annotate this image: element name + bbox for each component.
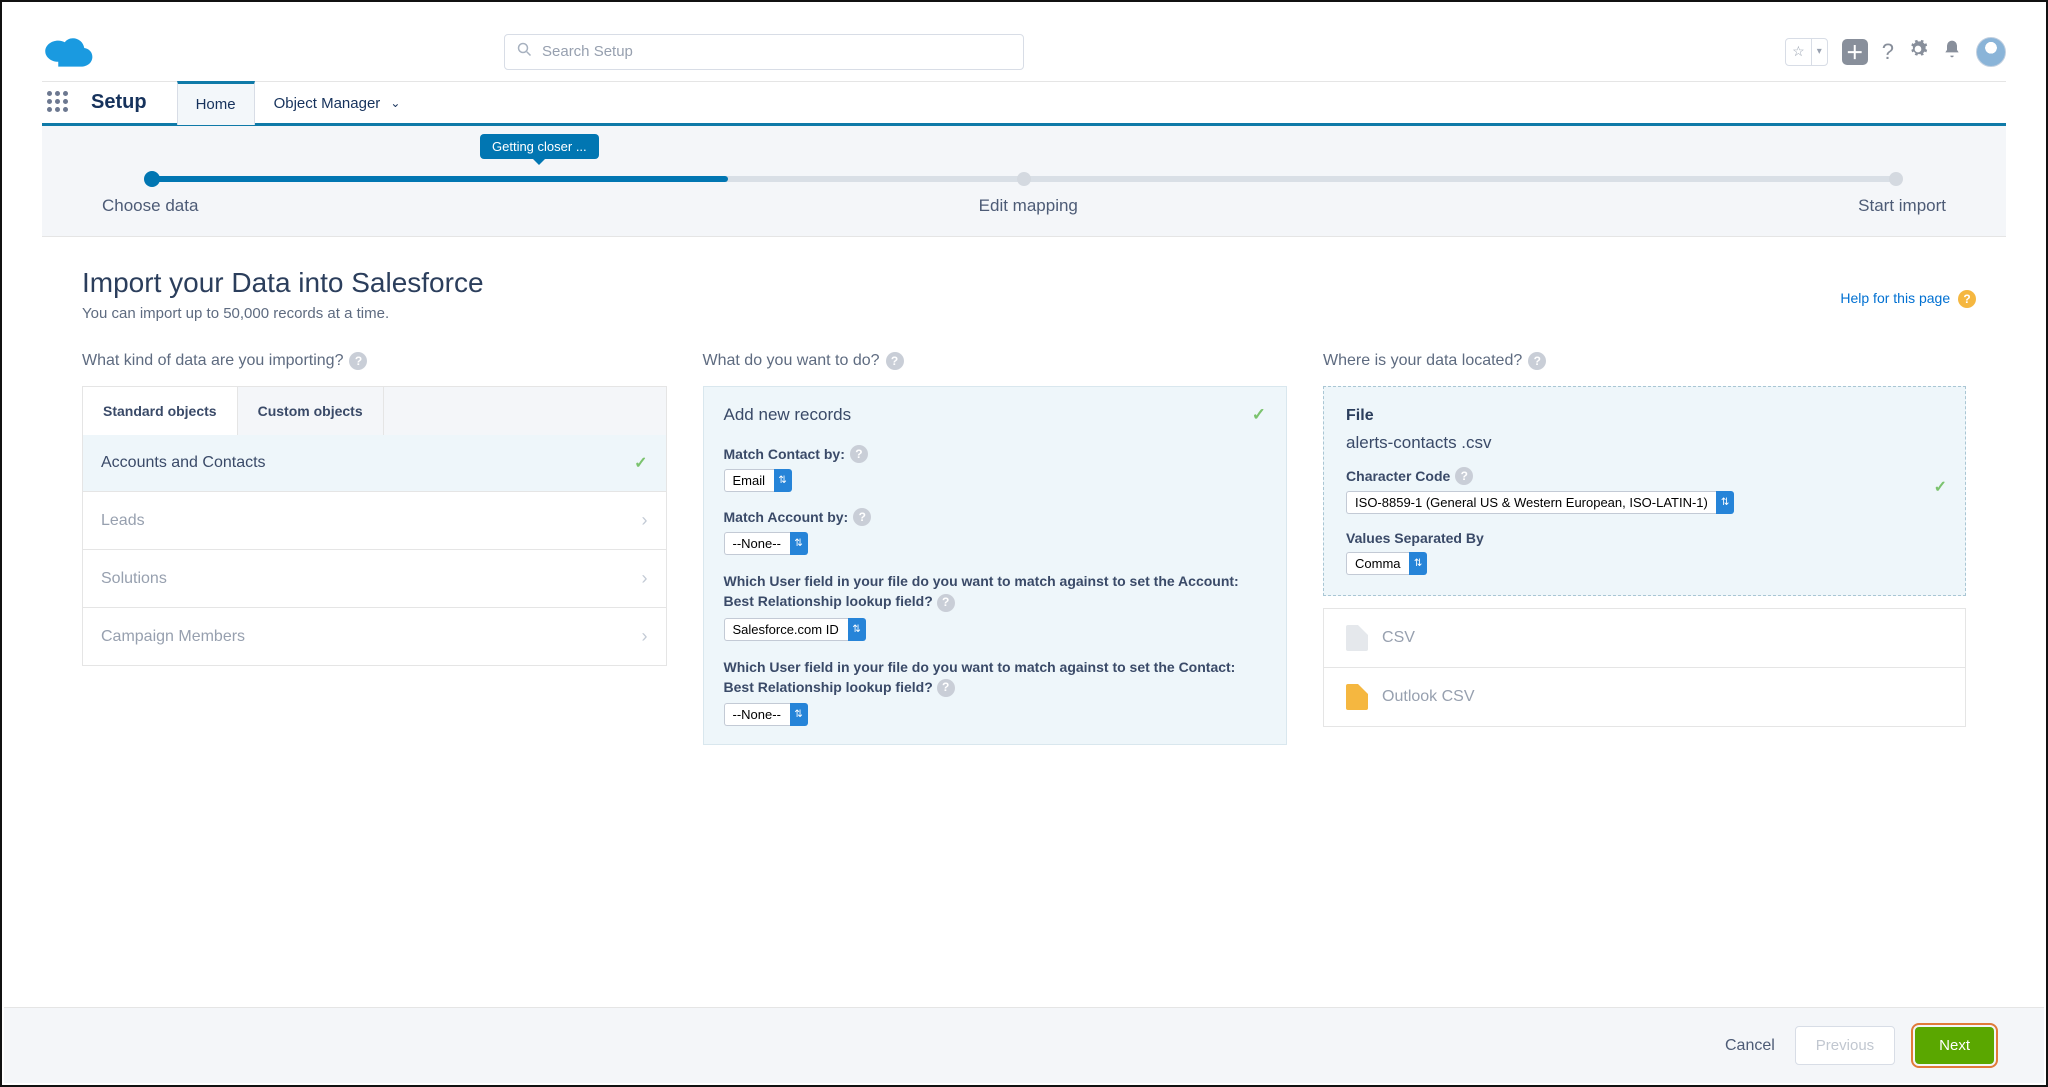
progress-dot-3	[1889, 172, 1903, 186]
panel-title: Add new records	[724, 405, 852, 425]
page-title: Import your Data into Salesforce	[82, 267, 1966, 299]
list-item-campaign-members[interactable]: Campaign Members ›	[82, 608, 667, 666]
progress-track	[152, 176, 1896, 182]
charcode-select[interactable]: ISO-8859-1 (General US & Western Europea…	[1346, 491, 1734, 514]
info-icon[interactable]: ?	[937, 594, 955, 612]
file-heading: File	[1346, 407, 1943, 425]
info-icon[interactable]: ?	[853, 508, 871, 526]
star-icon: ☆	[1786, 43, 1811, 60]
bell-icon[interactable]	[1942, 39, 1962, 65]
header-actions: ☆ ▾ ＋ ?	[1785, 37, 2006, 67]
tab-standard-objects[interactable]: Standard objects	[83, 387, 238, 435]
global-header: ☆ ▾ ＋ ?	[42, 22, 2006, 82]
tab-object-manager[interactable]: Object Manager ⌄	[255, 81, 420, 125]
wizard-footer: Cancel Previous Next	[4, 1007, 2044, 1083]
select-caret-icon: ⇅	[1409, 552, 1427, 575]
help-page-link[interactable]: Help for this page ?	[1840, 290, 1976, 308]
list-item-solutions[interactable]: Solutions ›	[82, 550, 667, 608]
search-input[interactable]	[542, 43, 1011, 60]
app-name: Setup	[91, 91, 147, 114]
progress-dot-2	[1017, 172, 1031, 186]
outlook-file-icon	[1346, 684, 1368, 710]
lookup-account-label: Which User field in your file do you wan…	[724, 571, 1267, 612]
wizard-progress: Getting closer ... Choose data Edit mapp…	[42, 126, 2006, 237]
select-caret-icon: ⇅	[1716, 491, 1734, 514]
info-icon[interactable]: ?	[937, 679, 955, 697]
help-icon[interactable]: ?	[1882, 39, 1894, 65]
lookup-contact-label: Which User field in your file do you wan…	[724, 657, 1267, 698]
lookup-contact-select[interactable]: --None-- ⇅	[724, 703, 808, 726]
info-icon[interactable]: ?	[886, 352, 904, 370]
sep-select[interactable]: Comma ⇅	[1346, 552, 1427, 575]
help-badge-icon: ?	[1958, 290, 1976, 308]
chevron-down-icon: ⌄	[390, 96, 400, 110]
sep-label: Values Separated By	[1346, 530, 1943, 546]
tab-filler	[384, 387, 666, 435]
global-search[interactable]	[504, 34, 1024, 70]
select-caret-icon: ⇅	[790, 532, 808, 555]
file-option-csv[interactable]: CSV	[1323, 608, 1966, 668]
file-option-outlook-csv[interactable]: Outlook CSV	[1323, 668, 1966, 727]
select-caret-icon: ⇅	[790, 703, 808, 726]
salesforce-logo-icon	[42, 34, 94, 70]
match-contact-label: Match Contact by: ?	[724, 445, 1267, 463]
chevron-right-icon: ›	[642, 626, 648, 647]
progress-label-2: Edit mapping	[979, 196, 1078, 216]
progress-dot-1	[144, 171, 160, 187]
previous-button[interactable]: Previous	[1795, 1026, 1895, 1065]
chevron-right-icon: ›	[642, 568, 648, 589]
match-account-select[interactable]: --None-- ⇅	[724, 532, 808, 555]
info-icon[interactable]: ?	[1528, 352, 1546, 370]
next-button[interactable]: Next	[1915, 1027, 1994, 1064]
file-icon	[1346, 625, 1368, 651]
info-icon[interactable]: ?	[1455, 467, 1473, 485]
info-icon[interactable]: ?	[850, 445, 868, 463]
progress-label-1: Choose data	[102, 196, 198, 216]
context-bar: Setup Home Object Manager ⌄	[42, 82, 2006, 126]
file-panel: ✓ File alerts-contacts .csv Character Co…	[1323, 386, 1966, 596]
file-name: alerts-contacts .csv	[1346, 433, 1943, 453]
add-records-panel: Add new records ✓ Match Contact by: ? Em…	[703, 386, 1288, 745]
chevron-right-icon: ›	[642, 510, 648, 531]
global-create-button[interactable]: ＋	[1842, 39, 1868, 65]
progress-fill	[152, 176, 728, 182]
col1-heading: What kind of data are you importing? ?	[82, 352, 667, 370]
chevron-down-icon: ▾	[1811, 39, 1827, 65]
progress-tooltip: Getting closer ...	[480, 134, 599, 159]
list-item-accounts-contacts[interactable]: Accounts and Contacts ✓	[82, 435, 667, 492]
charcode-label: Character Code ?	[1346, 467, 1943, 485]
page-subtitle: You can import up to 50,000 records at a…	[82, 305, 1966, 322]
info-icon[interactable]: ?	[349, 352, 367, 370]
check-icon: ✓	[634, 453, 647, 473]
check-icon: ✓	[1934, 477, 1947, 497]
col2-heading: What do you want to do? ?	[703, 352, 1288, 370]
match-contact-select[interactable]: Email ⇅	[724, 469, 792, 492]
gear-icon[interactable]	[1908, 39, 1928, 65]
main-content: Import your Data into Salesforce You can…	[42, 237, 2006, 865]
column-data-type: What kind of data are you importing? ? S…	[82, 352, 667, 745]
progress-label-3: Start import	[1858, 196, 1946, 216]
search-icon	[517, 42, 532, 61]
tab-home[interactable]: Home	[177, 81, 255, 125]
select-caret-icon: ⇅	[774, 469, 792, 492]
list-item-leads[interactable]: Leads ›	[82, 492, 667, 550]
match-account-label: Match Account by: ?	[724, 508, 1267, 526]
app-launcher-icon[interactable]	[47, 91, 71, 115]
col3-heading: Where is your data located? ?	[1323, 352, 1966, 370]
cancel-button[interactable]: Cancel	[1725, 1037, 1775, 1055]
favorites-button[interactable]: ☆ ▾	[1785, 38, 1828, 66]
user-avatar[interactable]	[1976, 37, 2006, 67]
object-type-tabs: Standard objects Custom objects	[82, 386, 667, 435]
column-action: What do you want to do? ? Add new record…	[703, 352, 1288, 745]
lookup-account-select[interactable]: Salesforce.com ID ⇅	[724, 618, 866, 641]
select-caret-icon: ⇅	[848, 618, 866, 641]
plus-icon: ＋	[1846, 39, 1864, 65]
column-data-location: Where is your data located? ? ✓ File ale…	[1323, 352, 1966, 745]
tab-custom-objects[interactable]: Custom objects	[238, 387, 384, 435]
check-icon: ✓	[1252, 405, 1266, 425]
